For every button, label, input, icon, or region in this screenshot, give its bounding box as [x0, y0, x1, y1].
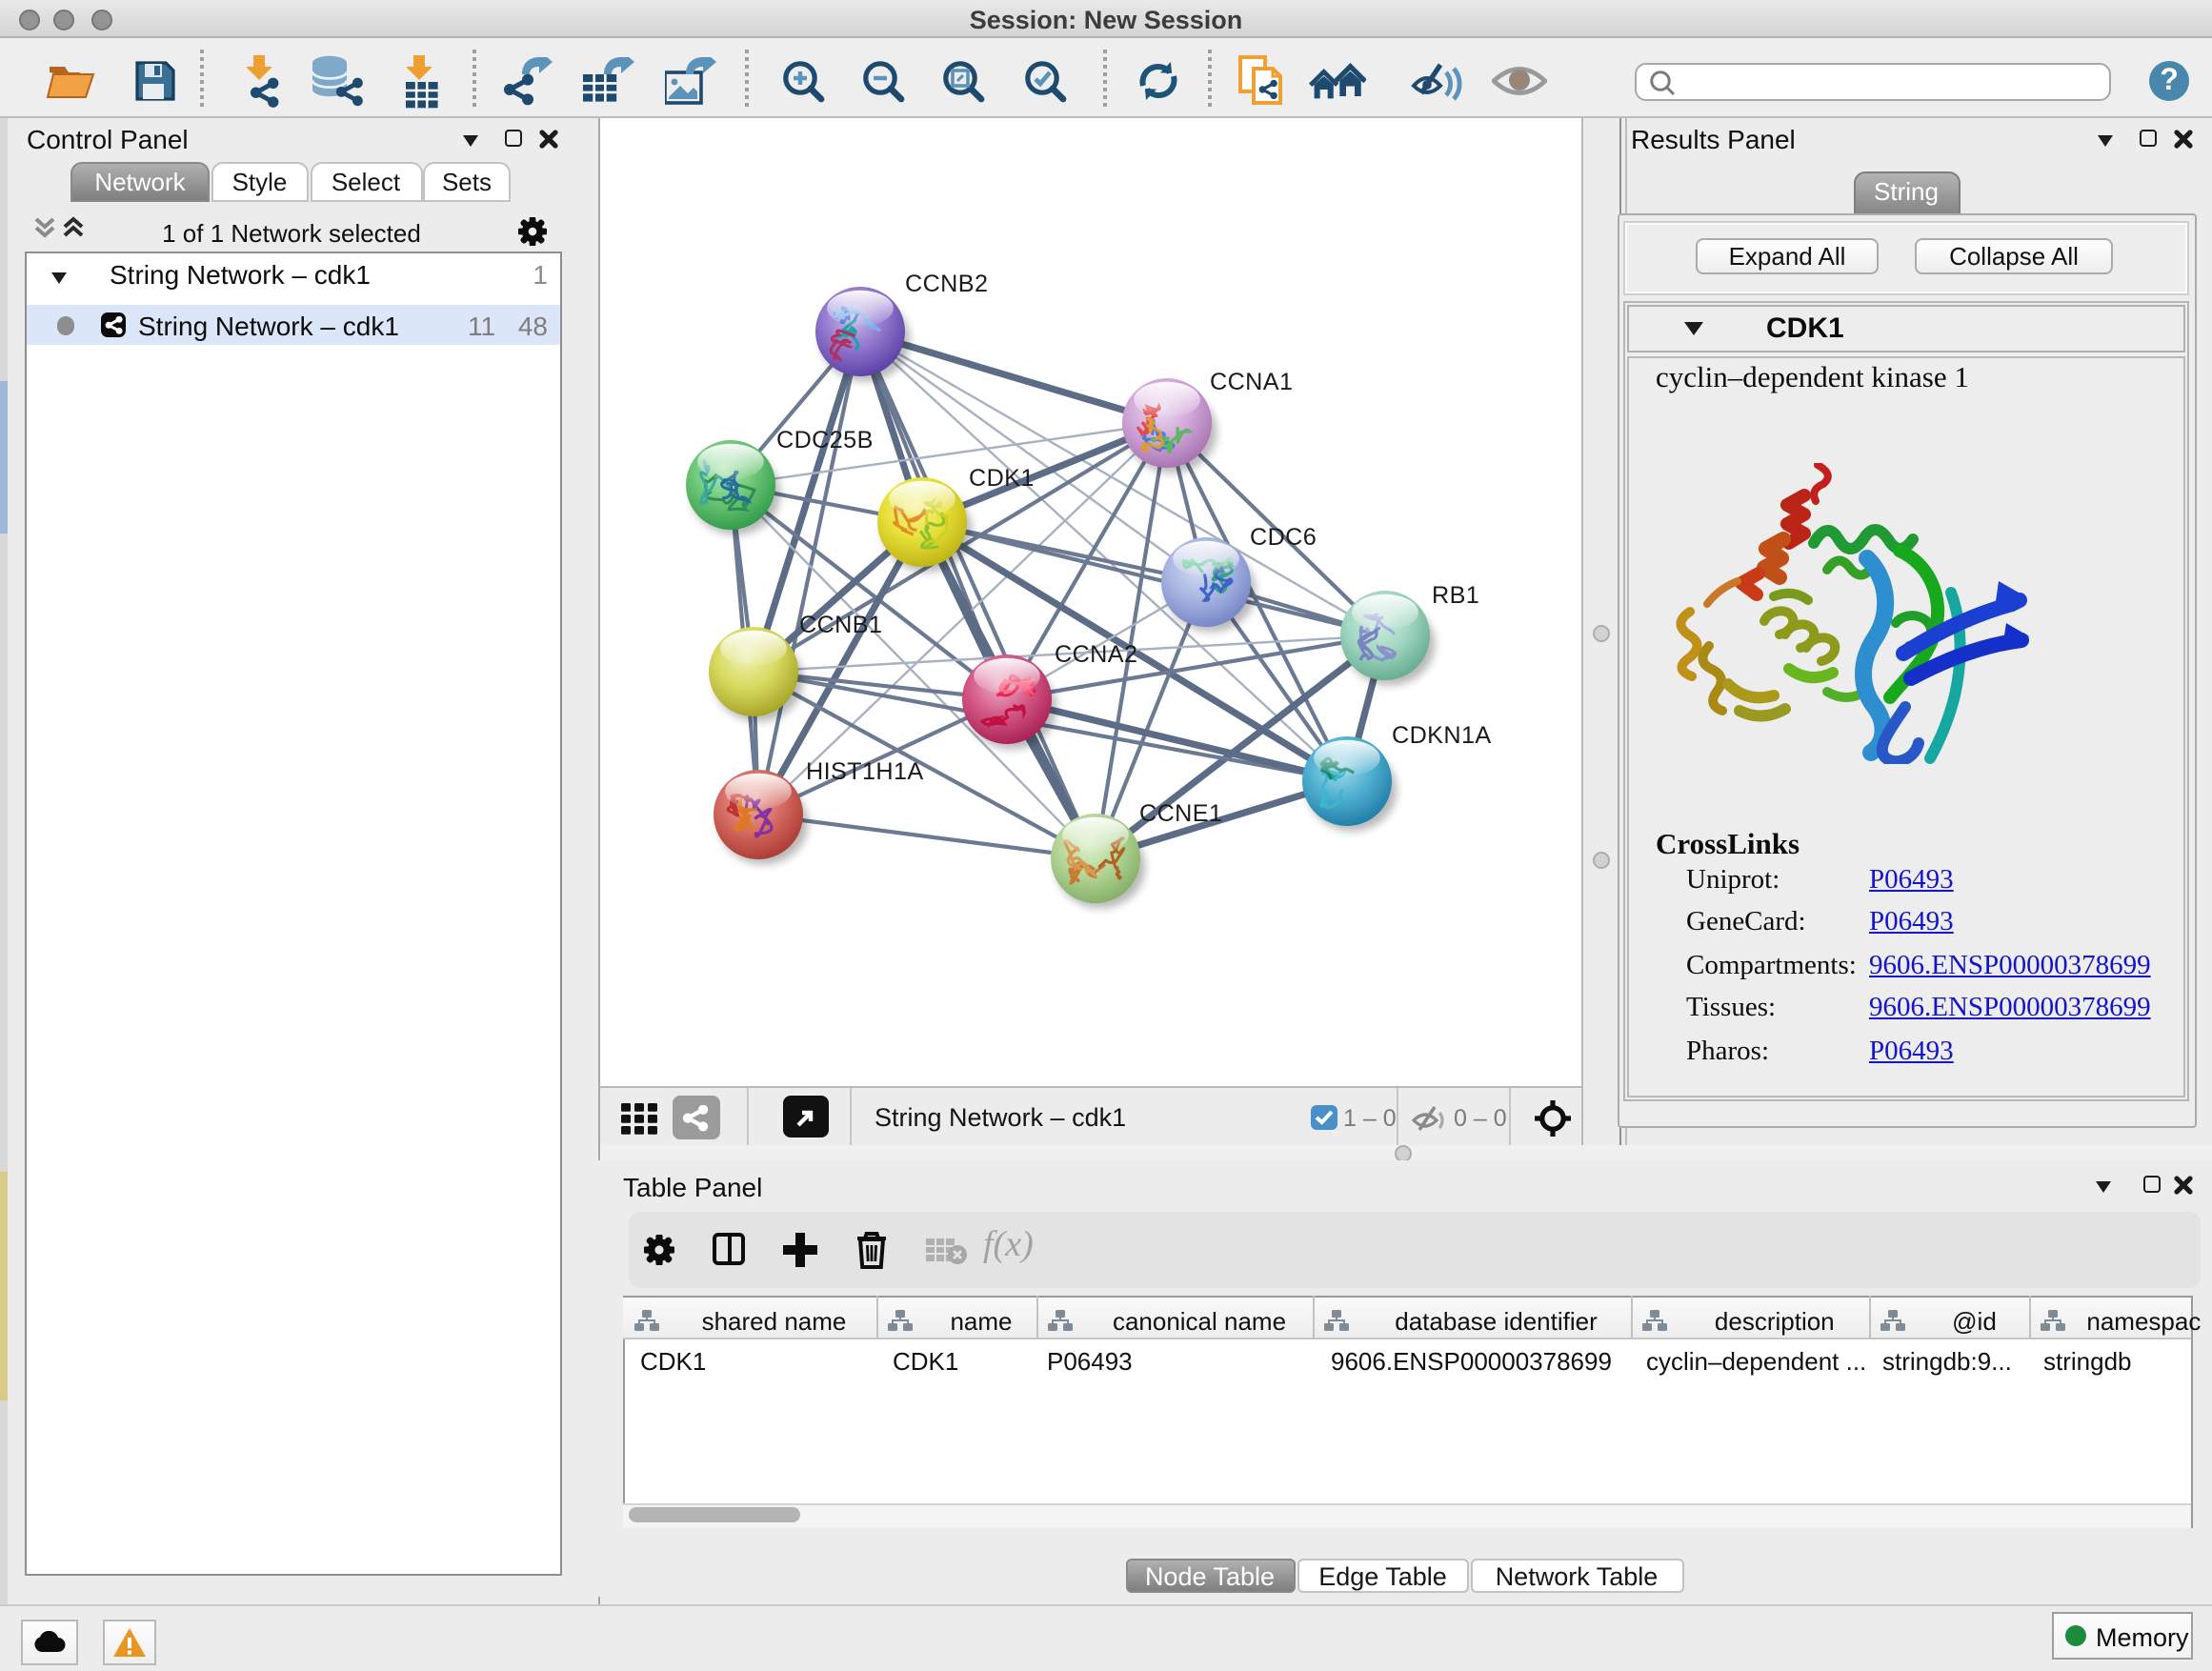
svg-text:CCNB1: CCNB1	[799, 611, 882, 637]
svg-text:CDKN1A: CDKN1A	[1392, 721, 1492, 748]
svg-text:CDC25B: CDC25B	[776, 426, 874, 453]
svg-text:CCNE1: CCNE1	[1139, 799, 1222, 826]
svg-text:RB1: RB1	[1432, 581, 1479, 608]
svg-text:CCNA1: CCNA1	[1210, 368, 1293, 394]
svg-text:CDK1: CDK1	[969, 464, 1035, 491]
svg-text:CCNA2: CCNA2	[1055, 640, 1137, 667]
svg-text:HIST1H1A: HIST1H1A	[806, 757, 924, 784]
svg-text:CDC6: CDC6	[1250, 523, 1317, 550]
svg-text:CCNB2: CCNB2	[905, 270, 988, 296]
